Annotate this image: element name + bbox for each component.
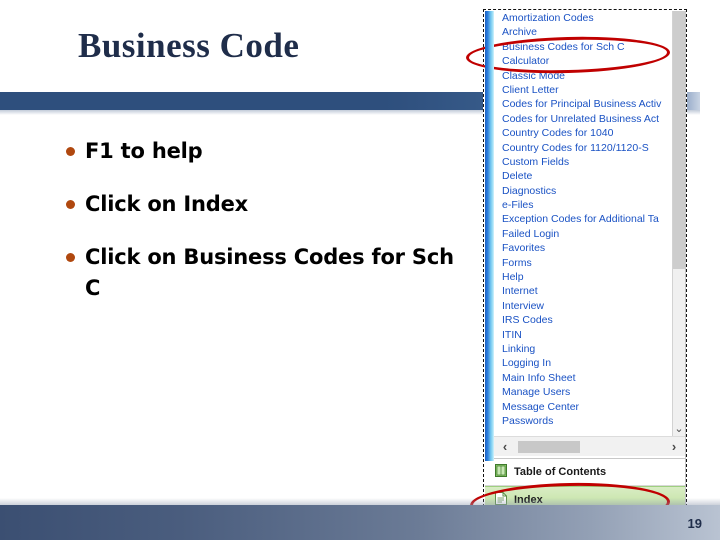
index-term-item[interactable]: Message Center <box>494 400 672 414</box>
table-of-contents-label: Table of Contents <box>514 466 607 478</box>
index-term-item[interactable]: Internet <box>494 284 672 298</box>
bullet-dot-icon <box>66 200 75 209</box>
index-term-item[interactable]: Help <box>494 270 672 284</box>
slide-canvas: Business Code F1 to help Click on Index … <box>0 0 720 540</box>
index-term-item[interactable]: Amortization Codes <box>494 11 672 25</box>
panel-right-margin <box>685 11 686 515</box>
index-term-item[interactable]: Calculator <box>494 54 672 68</box>
index-term-item[interactable]: Linking <box>494 342 672 356</box>
bullet-dot-icon <box>66 147 75 156</box>
index-term-item[interactable]: Business Codes for Sch C <box>494 40 672 54</box>
vertical-scrollbar[interactable]: ⌄ <box>672 11 685 436</box>
index-term-item[interactable]: Custom Fields <box>494 155 672 169</box>
page-title: Business Code <box>78 26 300 65</box>
index-term-item[interactable]: Diagnostics <box>494 184 672 198</box>
list-item: F1 to help <box>66 136 466 167</box>
index-term-item[interactable]: ITIN <box>494 328 672 342</box>
table-of-contents-button[interactable]: Table of Contents <box>485 459 685 486</box>
index-term-item[interactable]: Interview <box>494 299 672 313</box>
index-term-item[interactable]: Favorites <box>494 241 672 255</box>
scroll-right-icon[interactable]: › <box>663 438 685 456</box>
page-number: 19 <box>687 516 702 531</box>
list-item: Click on Business Codes for Sch C <box>66 242 466 304</box>
index-term-item[interactable]: Delete <box>494 169 672 183</box>
index-term-item[interactable]: Forms <box>494 256 672 270</box>
help-index-panel-screenshot: Amortization Codes Archive Business Codes … <box>483 9 687 517</box>
slide-footer: AARP Foundation TAX-AIDE NTTC Training 2… <box>0 505 720 540</box>
index-term-item[interactable]: IRS Codes <box>494 313 672 327</box>
help-panel-inner: Amortization Codes Archive Business Codes … <box>485 11 686 516</box>
index-term-list[interactable]: Amortization Codes Archive Business Codes … <box>494 11 672 436</box>
horizontal-scrollbar-thumb[interactable] <box>518 440 580 453</box>
bullet-list: F1 to help Click on Index Click on Busin… <box>66 136 466 326</box>
index-term-item[interactable]: Country Codes for 1120/1120-S <box>494 141 672 155</box>
bullet-dot-icon <box>66 253 75 262</box>
bullet-text: F1 to help <box>85 139 203 163</box>
scroll-left-icon[interactable]: ‹ <box>494 438 516 456</box>
index-term-item[interactable]: Logging In <box>494 356 672 370</box>
index-term-item[interactable]: Codes for Principal Business Activ <box>494 97 672 111</box>
book-icon <box>495 464 507 480</box>
panel-accent-strip <box>485 11 494 461</box>
index-term-item[interactable]: Country Codes for 1040 <box>494 126 672 140</box>
index-term-item[interactable]: e-Files <box>494 198 672 212</box>
chevron-down-icon[interactable]: ⌄ <box>673 424 685 435</box>
index-term-item[interactable]: Passwords <box>494 414 672 428</box>
index-term-item[interactable]: Failed Login <box>494 227 672 241</box>
index-term-item[interactable]: Exception Codes for Additional Ta <box>494 212 672 226</box>
index-term-item[interactable]: Manage Users <box>494 385 672 399</box>
index-term-item[interactable]: Classic Mode <box>494 69 672 83</box>
horizontal-scrollbar[interactable]: ‹ › <box>494 436 685 456</box>
bullet-text: Click on Index <box>85 192 249 216</box>
bullet-text: Click on Business Codes for Sch C <box>85 245 454 300</box>
index-term-item[interactable]: Codes for Unrelated Business Act <box>494 112 672 126</box>
index-term-item[interactable]: Client Letter <box>494 83 672 97</box>
index-term-item[interactable]: Main Info Sheet <box>494 371 672 385</box>
list-item: Click on Index <box>66 189 466 220</box>
vertical-scrollbar-thumb[interactable] <box>673 11 685 269</box>
index-term-item[interactable]: Archive <box>494 25 672 39</box>
